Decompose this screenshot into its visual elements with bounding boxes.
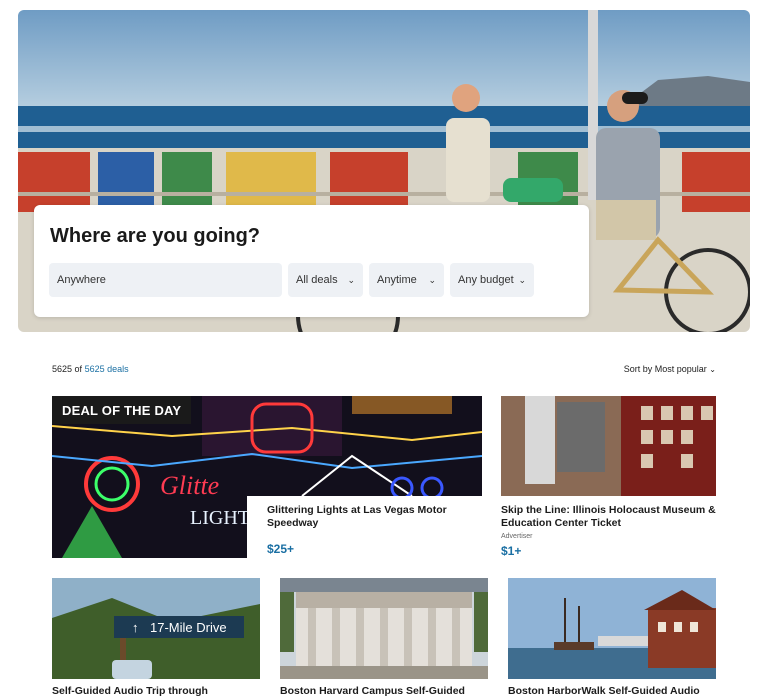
sort-label: Sort by Most popular bbox=[623, 364, 707, 374]
time-dropdown[interactable]: Anytime ⌄ bbox=[369, 263, 444, 297]
results-shown: 5625 bbox=[52, 364, 73, 374]
time-dropdown-label: Anytime bbox=[377, 274, 417, 286]
destination-input[interactable]: Anywhere bbox=[49, 263, 282, 297]
harvard-building-image bbox=[280, 578, 488, 679]
deals-dropdown[interactable]: All deals ⌄ bbox=[288, 263, 363, 297]
chevron-down-icon: ⌄ bbox=[709, 365, 716, 374]
budget-dropdown[interactable]: Any budget ⌄ bbox=[450, 263, 534, 297]
hero-banner: Where are you going? Anywhere All deals … bbox=[18, 10, 750, 332]
deal-card-title[interactable]: Boston HarborWalk Self-Guided Audio bbox=[508, 685, 716, 696]
museum-image bbox=[501, 396, 716, 496]
deal-card[interactable]: Skip the Line: Illinois Holocaust Museum… bbox=[501, 396, 716, 558]
deal-card-price: $1+ bbox=[501, 544, 522, 558]
sort-dropdown[interactable]: Sort by Most popular ⌄ bbox=[624, 364, 716, 374]
advertiser-label: Advertiser bbox=[501, 533, 533, 540]
results-total-link[interactable]: 5625 deals bbox=[85, 364, 129, 374]
deal-of-day-card[interactable]: Glitte LIGHT DEAL OF THE DAY Glittering … bbox=[52, 396, 482, 558]
harborwalk-image bbox=[508, 578, 716, 679]
deal-card-title[interactable]: Boston Harvard Campus Self-Guided bbox=[280, 685, 488, 696]
deal-card-title[interactable]: Self-Guided Audio Trip through bbox=[52, 685, 260, 696]
svg-text:Glitte: Glitte bbox=[160, 471, 219, 500]
chevron-down-icon: ⌄ bbox=[518, 274, 526, 285]
deal-card[interactable]: Boston Harvard Campus Self-Guided bbox=[280, 578, 488, 696]
search-title: Where are you going? bbox=[50, 225, 261, 247]
svg-text:LIGHT: LIGHT bbox=[190, 507, 250, 529]
road-sign-arrow-icon: ↑ bbox=[132, 620, 139, 635]
results-of: of bbox=[74, 364, 83, 374]
budget-dropdown-label: Any budget bbox=[458, 274, 514, 286]
deal-card[interactable]: ↑ 17-Mile Drive Self-Guided Audio Trip t… bbox=[52, 578, 260, 696]
scenic-drive-image: ↑ 17-Mile Drive bbox=[52, 578, 260, 679]
deals-dropdown-label: All deals bbox=[296, 274, 338, 286]
deal-of-day-price: $25+ bbox=[267, 542, 295, 556]
search-card: Where are you going? Anywhere All deals … bbox=[34, 205, 589, 317]
deal-of-day-title[interactable]: Glittering Lights at Las Vegas Motor Spe… bbox=[267, 504, 482, 530]
deal-card-title[interactable]: Skip the Line: Illinois Holocaust Museum… bbox=[501, 504, 716, 530]
chevron-down-icon: ⌄ bbox=[347, 274, 355, 285]
road-sign-text: 17-Mile Drive bbox=[150, 620, 227, 635]
deal-card[interactable]: Boston HarborWalk Self-Guided Audio bbox=[508, 578, 716, 696]
deal-of-day-badge: DEAL OF THE DAY bbox=[52, 396, 192, 424]
deal-of-day-info: Glittering Lights at Las Vegas Motor Spe… bbox=[247, 496, 482, 558]
chevron-down-icon: ⌄ bbox=[428, 274, 436, 285]
results-count: 5625 of 5625 deals bbox=[52, 364, 129, 374]
destination-value: Anywhere bbox=[57, 274, 106, 286]
